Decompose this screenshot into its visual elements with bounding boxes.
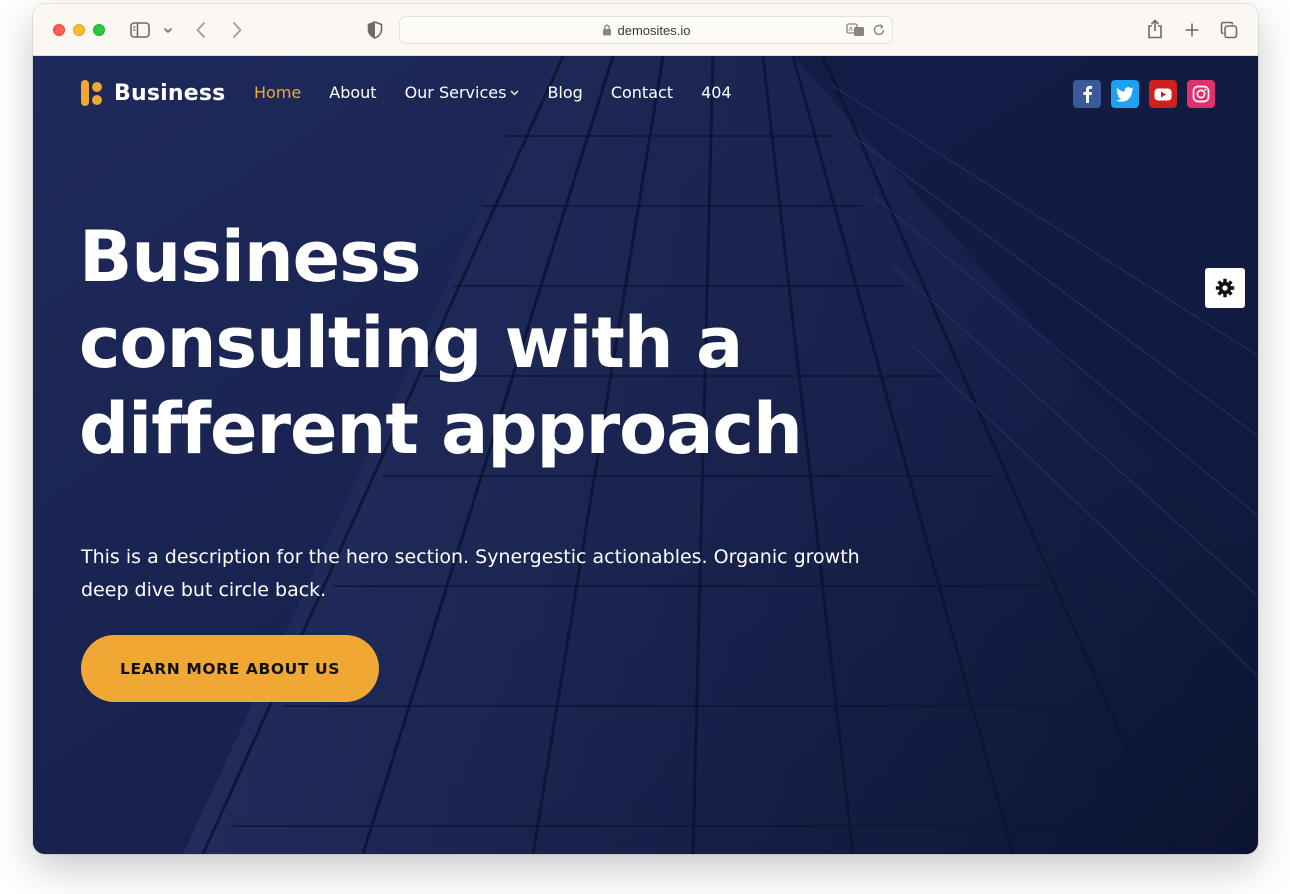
browser-window: demosites.io A Business Home About Our S… [33,4,1258,854]
nav-item-our-services[interactable]: Our Services [405,83,520,102]
instagram-icon[interactable] [1187,80,1215,108]
social-links [1073,80,1225,108]
zoom-window-button[interactable] [93,24,105,36]
logo-mark-icon [80,78,104,108]
hero-description: This is a description for the hero secti… [81,546,860,601]
settings-button[interactable] [1205,268,1245,308]
url-text: demosites.io [617,22,691,38]
nav-item-about[interactable]: About [329,83,376,102]
hero-title: Business consulting with a different app… [79,216,803,470]
youtube-icon[interactable] [1149,80,1177,108]
svg-text:A: A [849,26,854,33]
tabs-overview-icon[interactable] [1218,19,1240,41]
nav-item-home[interactable]: Home [254,83,301,102]
browser-toolbar: demosites.io A [33,4,1258,56]
sidebar-icon[interactable] [129,20,151,40]
share-icon[interactable] [1145,18,1165,40]
hero-section: Business Home About Our Services Blog Co… [33,56,1258,854]
nav-item-blog[interactable]: Blog [547,83,582,102]
main-nav: Home About Our Services Blog Contact 404 [254,83,760,102]
learn-more-button[interactable]: LEARN MORE ABOUT US [81,635,379,702]
address-bar[interactable]: demosites.io A [399,16,893,44]
translate-icon[interactable]: A [846,23,866,37]
facebook-icon[interactable] [1073,80,1101,108]
chevron-down-icon[interactable] [161,24,175,36]
twitter-icon[interactable] [1111,80,1139,108]
shield-icon[interactable] [365,20,385,40]
back-icon[interactable] [191,19,211,41]
nav-item-label: Our Services [404,83,507,102]
reload-icon[interactable] [872,23,886,37]
minimize-window-button[interactable] [73,24,85,36]
gear-icon [1215,278,1235,298]
site-logo[interactable]: Business [80,78,225,108]
lock-icon [602,24,612,36]
chevron-down-icon [510,90,519,96]
nav-item-contact[interactable]: Contact [611,83,673,102]
forward-icon[interactable] [227,19,247,41]
logo-text: Business [114,80,226,106]
nav-item-404[interactable]: 404 [701,83,732,102]
close-window-button[interactable] [53,24,65,36]
new-tab-icon[interactable] [1182,20,1202,40]
